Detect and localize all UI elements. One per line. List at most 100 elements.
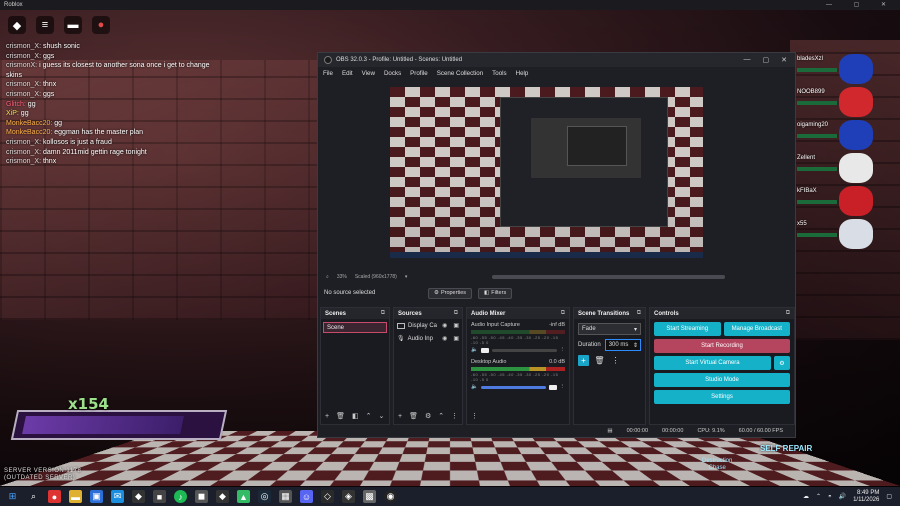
canvas-size[interactable]: Scaled (960x1778) <box>355 274 397 280</box>
transition-select[interactable]: Fade ▾ <box>578 323 641 335</box>
microphone-icon[interactable]: ● <box>92 16 110 34</box>
player-row[interactable]: oigaming20 <box>797 120 900 153</box>
more-icon[interactable]: ⋮ <box>471 412 478 420</box>
chat-author[interactable]: crismon_X: <box>6 149 41 156</box>
dock-undock-icon[interactable]: ⧉ <box>561 310 565 317</box>
store-icon[interactable]: ▣ <box>90 490 103 503</box>
menu-file[interactable]: File <box>323 70 333 77</box>
filter-icon[interactable]: ◧ <box>352 412 359 420</box>
down-arrow-icon[interactable]: ⌄ <box>378 412 384 420</box>
dock-undock-icon[interactable]: ⧉ <box>637 310 641 317</box>
steam-icon[interactable]: ◎ <box>258 490 271 503</box>
menu-edit[interactable]: Edit <box>342 70 353 77</box>
player-row[interactable]: Zellent <box>797 153 900 186</box>
chat-author[interactable]: crismon_X: <box>6 158 41 165</box>
trash-icon[interactable]: 🗑 <box>594 355 605 366</box>
app-icon[interactable]: ■ <box>153 490 166 503</box>
manage-broadcast-button[interactable]: Manage Broadcast <box>723 322 790 336</box>
player-row[interactable]: x55 <box>797 219 900 252</box>
chat-author[interactable]: Glitch: <box>6 101 26 108</box>
add-transition-button[interactable]: + <box>578 355 589 366</box>
chevron-up-icon[interactable]: ⌃ <box>816 493 821 500</box>
volume-knob[interactable] <box>480 347 489 353</box>
settings-button[interactable]: Settings <box>654 390 790 404</box>
menu-tools[interactable]: Tools <box>492 70 506 77</box>
player-row[interactable]: NOOB899 <box>797 87 900 120</box>
chat-author[interactable]: crismonX: <box>6 62 37 69</box>
menu-scene-collection[interactable]: Scene Collection <box>437 70 483 77</box>
dock-undock-icon[interactable]: ⧉ <box>786 310 790 317</box>
network-icon[interactable]: ◓ <box>828 494 832 500</box>
close-button[interactable]: ✕ <box>781 56 787 64</box>
preview-scrollbar[interactable] <box>492 275 725 279</box>
dock-undock-icon[interactable]: ⧉ <box>454 310 458 317</box>
trash-icon[interactable]: 🗑 <box>409 412 418 420</box>
source-item-audio[interactable]: 🎙 Audio Inp ◉ ▣ <box>394 332 462 345</box>
roblox-icon[interactable]: ◆ <box>216 490 229 503</box>
speaker-icon[interactable]: 🔈 <box>471 384 478 390</box>
up-arrow-icon[interactable]: ⌃ <box>438 412 444 420</box>
more-icon[interactable]: ⋮ <box>451 412 458 420</box>
app-icon[interactable]: ▦ <box>279 490 292 503</box>
app-icon[interactable]: ▲ <box>237 490 250 503</box>
menu-docks[interactable]: Docks <box>384 70 401 77</box>
filters-button[interactable]: ◧ Filters <box>478 287 513 299</box>
app-icon[interactable]: ◈ <box>342 490 355 503</box>
gear-icon[interactable]: ⚙ <box>425 412 431 420</box>
app-icon[interactable]: ◼ <box>195 490 208 503</box>
menu-view[interactable]: View <box>362 70 375 77</box>
chat-author[interactable]: XiP: <box>6 110 19 117</box>
spotify-icon[interactable]: ♪ <box>174 490 187 503</box>
file-explorer-icon[interactable]: ▬ <box>69 490 82 503</box>
speaker-icon[interactable]: 🔈 <box>471 347 478 353</box>
windows-start-icon[interactable]: ⊞ <box>6 490 19 503</box>
source-item-display[interactable]: Display Ca ◉ ▣ <box>394 319 462 332</box>
menu-icon[interactable]: ≡ <box>36 16 54 34</box>
discord-icon[interactable]: ☺ <box>300 490 313 503</box>
start-recording-button[interactable]: Start Recording <box>654 339 790 353</box>
add-icon[interactable]: + <box>398 413 402 420</box>
chevron-down-icon[interactable]: ▾ <box>405 274 408 280</box>
more-icon[interactable]: ⋮ <box>610 355 621 366</box>
chat-author[interactable]: crismon_X: <box>6 91 41 98</box>
eye-icon[interactable]: ◉ <box>442 322 447 329</box>
app-icon[interactable]: ◇ <box>321 490 334 503</box>
notification-icon[interactable]: ▢ <box>886 493 892 500</box>
taskbar-clock[interactable]: 8:49 PM 1/11/2026 <box>853 490 879 504</box>
chat-author[interactable]: crismon_X: <box>6 53 41 60</box>
properties-button[interactable]: ⚙ Properties <box>428 287 473 299</box>
duration-input[interactable]: 300 ms ⇕ <box>604 339 641 351</box>
eye-icon[interactable]: ◉ <box>442 335 447 342</box>
player-row[interactable]: kFIBaX <box>797 186 900 219</box>
menu-help[interactable]: Help <box>516 70 529 77</box>
stepper-icon[interactable]: ⇕ <box>633 342 638 349</box>
more-icon[interactable]: ⋮ <box>560 384 566 390</box>
zoom-level[interactable]: 33% <box>337 274 347 280</box>
dock-undock-icon[interactable]: ⧉ <box>381 310 385 317</box>
start-virtual-camera-button[interactable]: Start Virtual Camera <box>654 356 771 370</box>
chat-author[interactable]: crismon_X: <box>6 81 41 88</box>
obs-icon[interactable]: ◉ <box>384 490 397 503</box>
volume-slider[interactable] <box>480 385 546 389</box>
roblox-window-controls[interactable]: — ▢ ✕ <box>826 1 896 8</box>
studio-mode-button[interactable]: Studio Mode <box>654 373 790 387</box>
scene-item[interactable]: Scene <box>323 322 387 333</box>
volume-knob[interactable] <box>548 384 557 390</box>
obs-preview[interactable] <box>390 87 703 258</box>
more-icon[interactable]: ⋮ <box>560 347 566 353</box>
lock-icon[interactable]: ▣ <box>453 335 459 342</box>
trash-icon[interactable]: 🗑 <box>336 412 345 420</box>
chat-author[interactable]: MonkeBacc20: <box>6 120 52 127</box>
up-arrow-icon[interactable]: ⌃ <box>366 412 372 420</box>
volume-icon[interactable]: 🔊 <box>839 493 846 500</box>
menu-profile[interactable]: Profile <box>410 70 428 77</box>
mail-icon[interactable]: ✉ <box>111 490 124 503</box>
chat-author[interactable]: crismon_X: <box>6 43 41 50</box>
add-icon[interactable]: + <box>325 413 329 420</box>
lock-icon[interactable]: ▣ <box>453 322 459 329</box>
zoom-icon[interactable]: ⌕ <box>326 274 329 280</box>
app-icon[interactable]: ◆ <box>132 490 145 503</box>
app-icon[interactable]: ▩ <box>363 490 376 503</box>
weather-icon[interactable]: ☁ <box>803 493 809 500</box>
chat-author[interactable]: crismon_X: <box>6 139 41 146</box>
